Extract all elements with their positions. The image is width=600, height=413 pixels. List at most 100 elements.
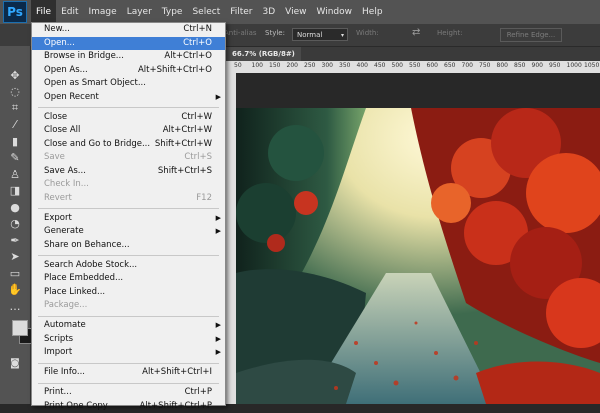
file-menu-item-browse-in-bridge[interactable]: Browse in Bridge... Alt+Ctrl+O [32,50,225,63]
hand-icon[interactable]: ✋ [7,283,23,297]
antialias-label[interactable]: Anti-alias [224,29,257,37]
menu-item-label: Place Embedded... [44,273,124,283]
file-menu-item-new[interactable]: New... Ctrl+N [32,23,225,36]
file-menu-item-open-as-smart-object[interactable]: Open as Smart Object... [32,77,225,90]
file-menu-item-import[interactable]: Import ▶ [32,346,225,359]
menu-item-shortcut: Alt+Shift+Ctrl+I [142,367,212,377]
path-select-icon[interactable]: ➤ [7,250,23,264]
file-menu-item-generate[interactable]: Generate ▶ [32,225,225,238]
canvas[interactable] [236,73,600,404]
menu-item-label: Export [44,212,72,223]
clone-stamp-icon[interactable]: ♙ [7,167,23,181]
ruler-tick: 1000 [566,62,582,69]
submenu-arrow-icon: ▶ [215,92,221,101]
file-menu-item-close[interactable]: Close Ctrl+W [32,111,225,124]
blur-icon[interactable]: ● [7,200,23,214]
menu-item-label: Package... [44,300,88,310]
menu-item-label: Share on Behance... [44,239,130,250]
menu-item-label: Open As... [44,64,88,75]
menu-edit[interactable]: Edit [56,0,83,24]
menu-window[interactable]: Window [312,0,358,24]
ruler-tick: 750 [479,62,491,69]
quick-mask-icon[interactable]: ◙ [7,356,23,370]
file-menu-item-save-as[interactable]: Save As... Shift+Ctrl+S [32,165,225,178]
eyedropper-icon[interactable]: ⁄ [7,118,23,132]
menu-image[interactable]: Image [84,0,122,24]
menu-item-label: Automate [44,320,86,330]
brush-icon[interactable]: ✎ [7,151,23,165]
menu-view[interactable]: View [280,0,311,24]
menu-item-label: Close and Go to Bridge... [44,138,151,149]
menu-item-label: Close [44,111,68,122]
menu-item-label: Print... [44,387,72,397]
menu-type[interactable]: Type [157,0,188,24]
foreground-color-swatch[interactable] [12,320,28,336]
file-menu-item-print-one-copy[interactable]: Print One Copy Alt+Shift+Ctrl+P [32,400,225,413]
menu-item-label: Close All [44,125,81,135]
menu-separator [38,107,219,108]
ruler-tick: 950 [549,62,561,69]
menu-help[interactable]: Help [357,0,388,24]
ruler-tick: 300 [321,62,333,69]
menu-item-shortcut: Ctrl+S [184,152,212,162]
file-menu-item-open-recent[interactable]: Open Recent ▶ [32,91,225,104]
file-menu-item-automate[interactable]: Automate ▶ [32,319,225,332]
menu-item-shortcut: Ctrl+O [183,37,212,48]
file-menu-item-open-as[interactable]: Open As... Alt+Shift+Ctrl+O [32,64,225,77]
file-menu-item-print[interactable]: Print... Ctrl+P [32,386,225,399]
file-menu-item-place-linked[interactable]: Place Linked... [32,286,225,299]
menu-item-shortcut: Ctrl+W [181,111,212,122]
dodge-icon[interactable]: ◔ [7,217,23,231]
menu-item-label: New... [44,24,70,34]
more-tools-icon[interactable]: … [7,299,23,313]
file-menu-item-close-and-go-to-bridge[interactable]: Close and Go to Bridge... Shift+Ctrl+W [32,138,225,151]
file-menu-item-scripts[interactable]: Scripts ▶ [32,333,225,346]
file-menu-item-search-adobe-stock[interactable]: Search Adobe Stock... [32,259,225,272]
ruler-tick: 800 [496,62,508,69]
document-tab-bar: 66.7% (RGB/8#) [226,47,600,61]
refine-edge-button[interactable]: Refine Edge... [500,28,562,42]
menu-select[interactable]: Select [187,0,225,24]
style-select[interactable]: Normal ▾ [292,28,348,41]
menu-item-shortcut: Ctrl+N [183,24,212,34]
menu-3d[interactable]: 3D [258,0,281,24]
ruler-tick: 200 [286,62,298,69]
photoshop-logo: Ps [3,1,27,23]
ruler-tick: 550 [409,62,421,69]
menu-layer[interactable]: Layer [122,0,157,24]
pen-icon[interactable]: ✒ [7,233,23,247]
menu-item-label: Print One Copy [44,400,108,411]
ruler-tick: 150 [269,62,281,69]
eraser-icon[interactable]: ◨ [7,184,23,198]
height-label: Height: [437,29,463,37]
file-menu-item-check-in: Check In... [32,178,225,191]
menu-file[interactable]: File [31,0,57,24]
file-menu-item-file-info[interactable]: File Info... Alt+Shift+Ctrl+I [32,366,225,379]
healing-brush-icon[interactable]: ▮ [7,134,23,148]
menu-item-shortcut: Ctrl+P [184,387,212,397]
tools-panel: ◙ ✥ ◌ ⌗ ⁄ ▮ ✎ ♙ ◨ ● ◔ ✒ ➤ ▭ ✋ … [0,46,35,404]
file-menu-item-open[interactable]: Open... Ctrl+O [32,36,225,50]
ruler-tick: 700 [461,62,473,69]
file-menu-item-share-on-behance[interactable]: Share on Behance... [32,239,225,252]
move-icon[interactable]: ✥ [7,68,23,82]
menu-item-shortcut: F12 [196,192,212,203]
rectangle-icon[interactable]: ▭ [7,266,23,280]
swap-icon[interactable]: ⇄ [412,27,420,38]
lasso-icon[interactable]: ◌ [7,85,23,99]
style-label: Style: [265,29,285,37]
vertical-ruler [226,73,236,404]
menu-item-label: Save As... [44,165,86,176]
crop-icon[interactable]: ⌗ [7,101,23,115]
ruler-tick: 250 [304,62,316,69]
menu-item-shortcut: Alt+Shift+Ctrl+P [139,400,212,411]
menu-item-label: Open Recent [44,91,99,102]
file-menu-item-close-all[interactable]: Close All Alt+Ctrl+W [32,124,225,137]
file-menu-item-place-embedded[interactable]: Place Embedded... [32,272,225,285]
menu-bar: Ps File Edit Image Layer Type Select Filter 3D V… [0,0,600,24]
ruler-tick: 450 [374,62,386,69]
file-menu-item-export[interactable]: Export ▶ [32,212,225,225]
document-tab[interactable]: 66.7% (RGB/8#) [226,47,301,61]
menu-filter[interactable]: Filter [225,0,257,24]
ruler-tick: 50 [234,62,242,69]
